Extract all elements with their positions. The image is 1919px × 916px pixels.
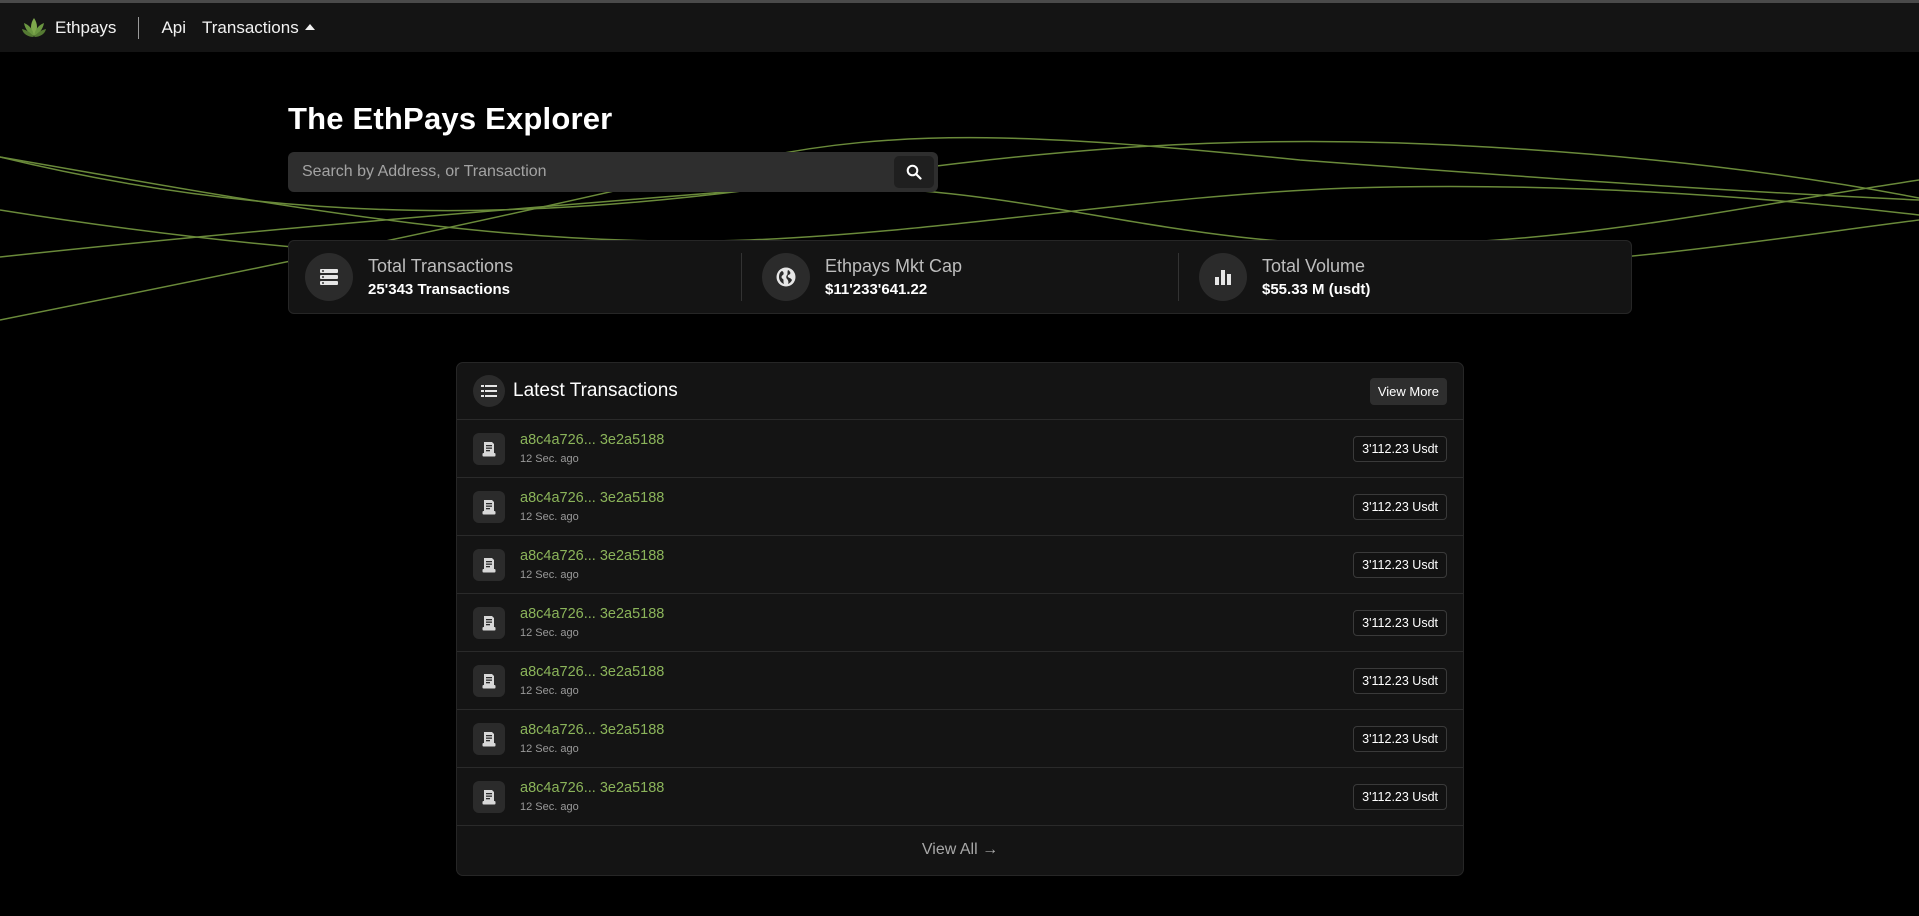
transaction-hash-link[interactable]: a8c4a726... 3e2a5188 <box>520 606 1353 622</box>
stat-market-cap: Ethpays Mkt Cap $11'233'641.22 <box>762 241 962 313</box>
receipt-icon <box>473 432 505 465</box>
transaction-hash-link[interactable]: a8c4a726... 3e2a5188 <box>520 780 1353 796</box>
transaction-amount-badge: 3'112.23 Usdt <box>1353 783 1447 810</box>
transaction-row[interactable]: a8c4a726... 3e2a5188 12 Sec. ago 3'112.2… <box>457 594 1463 652</box>
panel-footer: View All → <box>457 826 1463 874</box>
globe-icon <box>762 253 810 301</box>
stat-label: Total Transactions <box>368 256 514 276</box>
transaction-hash-link[interactable]: a8c4a726... 3e2a5188 <box>520 722 1353 738</box>
receipt-icon <box>473 606 505 639</box>
transaction-row[interactable]: a8c4a726... 3e2a5188 12 Sec. ago 3'112.2… <box>457 652 1463 710</box>
nav-link-transactions[interactable]: Transactions <box>202 18 315 38</box>
transaction-amount-badge: 3'112.23 Usdt <box>1353 493 1447 520</box>
transaction-time: 12 Sec. ago <box>520 569 579 581</box>
navbar: Ethpays Api Transactions <box>0 3 1919 52</box>
latest-transactions-panel: Latest Transactions View More a8c4a726..… <box>456 362 1464 876</box>
stat-value: 25'343 Transactions <box>368 281 510 298</box>
transaction-time: 12 Sec. ago <box>520 511 579 523</box>
list-icon <box>473 375 505 407</box>
transactions-list: a8c4a726... 3e2a5188 12 Sec. ago 3'112.2… <box>457 420 1463 826</box>
transaction-amount-badge: 3'112.23 Usdt <box>1353 667 1447 694</box>
view-all-link[interactable]: View All → <box>922 841 998 859</box>
receipt-icon <box>473 664 505 697</box>
stat-divider <box>1178 253 1179 301</box>
stat-total-transactions: Total Transactions 25'343 Transactions <box>305 241 513 313</box>
brand[interactable]: Ethpays <box>21 16 116 40</box>
stat-divider <box>741 253 742 301</box>
page-title: The EthPays Explorer <box>288 101 613 136</box>
stat-value: $11'233'641.22 <box>825 281 928 298</box>
stat-total-volume: Total Volume $55.33 M (usdt) <box>1199 241 1370 313</box>
transaction-time: 12 Sec. ago <box>520 627 579 639</box>
transaction-row[interactable]: a8c4a726... 3e2a5188 12 Sec. ago 3'112.2… <box>457 478 1463 536</box>
transaction-hash-link[interactable]: a8c4a726... 3e2a5188 <box>520 490 1353 506</box>
receipt-icon <box>473 722 505 755</box>
nav-link-api-label: Api <box>161 17 187 37</box>
search-button[interactable] <box>894 156 934 188</box>
transaction-row[interactable]: a8c4a726... 3e2a5188 12 Sec. ago 3'112.2… <box>457 768 1463 826</box>
bar-chart-icon <box>1199 253 1247 301</box>
list-icon <box>305 253 353 301</box>
transaction-amount-badge: 3'112.23 Usdt <box>1353 609 1447 636</box>
transaction-row[interactable]: a8c4a726... 3e2a5188 12 Sec. ago 3'112.2… <box>457 536 1463 594</box>
nav-link-transactions-label: Transactions <box>202 17 299 37</box>
nav-separator <box>138 16 140 39</box>
search-bar <box>288 152 938 192</box>
view-more-button[interactable]: View More <box>1369 377 1447 405</box>
nav-link-api[interactable]: Api <box>161 18 186 38</box>
receipt-icon <box>473 490 505 523</box>
panel-title: Latest Transactions <box>513 380 678 401</box>
brand-name: Ethpays <box>55 17 117 37</box>
transaction-row[interactable]: a8c4a726... 3e2a5188 12 Sec. ago 3'112.2… <box>457 710 1463 768</box>
transaction-time: 12 Sec. ago <box>520 801 579 813</box>
transaction-time: 12 Sec. ago <box>520 453 579 465</box>
transaction-hash-link[interactable]: a8c4a726... 3e2a5188 <box>520 432 1353 448</box>
transaction-row[interactable]: a8c4a726... 3e2a5188 12 Sec. ago 3'112.2… <box>457 420 1463 478</box>
search-input[interactable] <box>288 152 894 192</box>
transaction-time: 12 Sec. ago <box>520 743 579 755</box>
stat-value: $55.33 M (usdt) <box>1262 281 1371 298</box>
stat-label: Ethpays Mkt Cap <box>825 256 963 276</box>
caret-up-icon <box>304 23 315 30</box>
panel-header: Latest Transactions View More <box>457 363 1463 420</box>
receipt-icon <box>473 548 505 581</box>
transaction-amount-badge: 3'112.23 Usdt <box>1353 725 1447 752</box>
transaction-amount-badge: 3'112.23 Usdt <box>1353 551 1447 578</box>
stats-card: Total Transactions 25'343 Transactions E… <box>288 240 1632 314</box>
transaction-hash-link[interactable]: a8c4a726... 3e2a5188 <box>520 664 1353 680</box>
transaction-time: 12 Sec. ago <box>520 685 579 697</box>
receipt-icon <box>473 780 505 813</box>
transaction-amount-badge: 3'112.23 Usdt <box>1353 435 1447 462</box>
stat-label: Total Volume <box>1262 256 1366 276</box>
search-icon <box>906 164 922 180</box>
transaction-hash-link[interactable]: a8c4a726... 3e2a5188 <box>520 548 1353 564</box>
lotus-logo-icon <box>22 17 46 37</box>
